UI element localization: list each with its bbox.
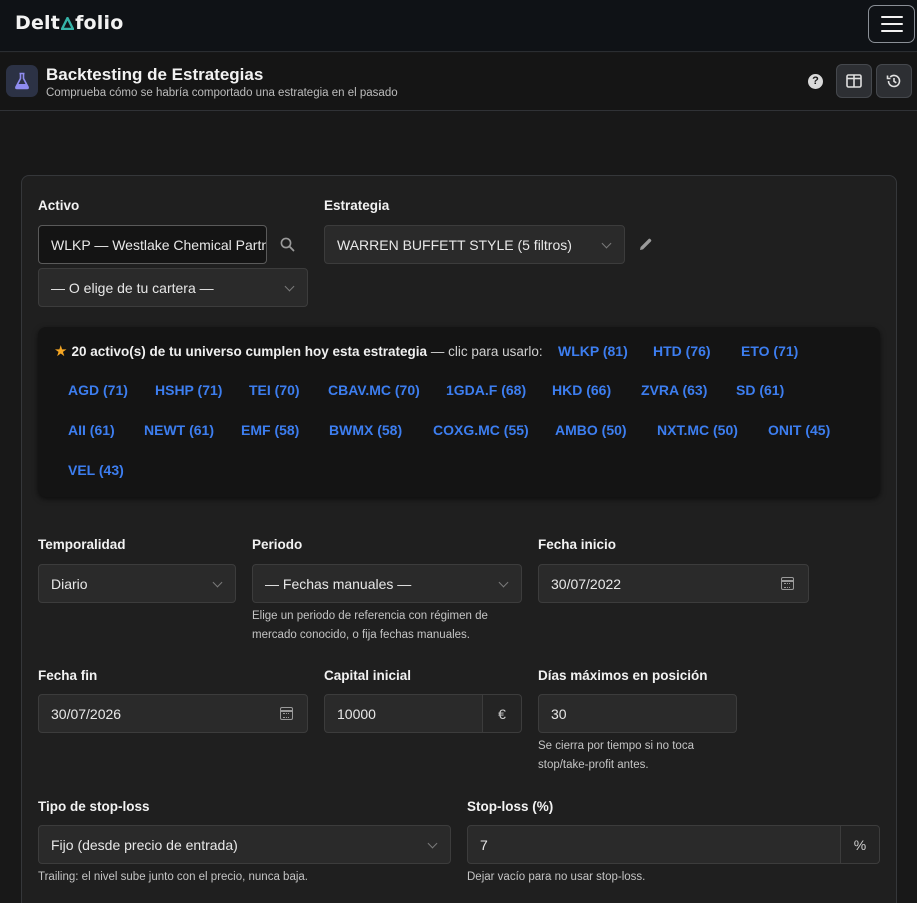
suggested-asset-link[interactable]: AII (61) — [68, 422, 115, 438]
suggestions-count-text: 20 activo(s) de tu universo cumplen hoy … — [71, 344, 428, 359]
periodo-select-value: — Fechas manuales — — [265, 575, 412, 592]
layout-toggle-button[interactable] — [836, 64, 872, 98]
flask-icon — [6, 65, 38, 97]
chevron-down-icon — [498, 577, 509, 588]
chevron-down-icon — [601, 238, 612, 249]
estrategia-label: Estrategia — [324, 198, 390, 213]
suggestions-cta-text: — clic para usarlo: — [430, 344, 543, 359]
activo-search-input[interactable]: WLKP — Westlake Chemical Partn — [38, 225, 267, 264]
hamburger-icon — [881, 16, 903, 18]
stop-tipo-label: Tipo de stop-loss — [38, 799, 150, 814]
delta-logo-icon — [60, 16, 75, 31]
hamburger-icon-line — [881, 23, 903, 25]
fecha-inicio-value: 30/07/2022 — [551, 575, 622, 592]
currency-addon: € — [482, 694, 522, 733]
fecha-inicio-label: Fecha inicio — [538, 537, 617, 552]
chevron-down-icon — [284, 281, 295, 292]
calendar-icon[interactable] — [280, 707, 293, 720]
periodo-select[interactable]: — Fechas manuales — — [252, 564, 522, 603]
menu-toggle-button[interactable] — [868, 5, 915, 43]
suggestions-header: ★ 20 activo(s) de tu universo cumplen hoy… — [54, 342, 543, 360]
suggested-asset-link[interactable]: SD (61) — [736, 382, 784, 398]
hamburger-icon-line — [881, 30, 903, 32]
stop-pct-label: Stop-loss (%) — [467, 799, 554, 814]
fecha-inicio-input[interactable]: 30/07/2022 — [538, 564, 809, 603]
page-header: Backtesting de Estrategias Comprueba cóm… — [0, 53, 917, 111]
fecha-fin-value: 30/07/2026 — [51, 705, 122, 722]
dias-max-input[interactable]: 30 — [538, 694, 737, 733]
history-icon — [886, 74, 901, 88]
activo-input-value: WLKP — Westlake Chemical Partn — [51, 236, 267, 253]
stop-tipo-select-value: Fijo (desde precio de entrada) — [51, 836, 238, 853]
suggested-asset-link[interactable]: ZVRA (63) — [641, 382, 707, 398]
temporalidad-label: Temporalidad — [38, 537, 126, 552]
estrategia-select[interactable]: WARREN BUFFETT STYLE (5 filtros) — [324, 225, 625, 264]
percent-addon: % — [840, 825, 880, 864]
star-icon: ★ — [54, 343, 68, 360]
top-navbar: Delt folio — [0, 0, 917, 52]
activo-label: Activo — [38, 198, 80, 213]
brand-text-right: folio — [75, 12, 124, 34]
suggested-asset-link[interactable]: NEWT (61) — [144, 422, 214, 438]
periodo-label: Periodo — [252, 537, 303, 552]
suggested-asset-link[interactable]: AGD (71) — [68, 382, 128, 398]
history-button[interactable] — [876, 64, 912, 98]
suggested-asset-link[interactable]: VEL (43) — [68, 462, 124, 478]
capital-label: Capital inicial — [324, 668, 412, 683]
suggested-asset-link[interactable]: ETO (71) — [741, 343, 798, 359]
suggested-asset-link[interactable]: HSHP (71) — [155, 382, 222, 398]
fecha-fin-label: Fecha fin — [38, 668, 98, 683]
suggested-asset-link[interactable]: COXG.MC (55) — [433, 422, 529, 438]
columns-icon — [846, 74, 862, 88]
suggested-asset-link[interactable]: HKD (66) — [552, 382, 611, 398]
help-icon[interactable]: ? — [808, 74, 823, 89]
capital-input[interactable]: 10000 — [324, 694, 483, 733]
temporalidad-select[interactable]: Diario — [38, 564, 236, 603]
stop-pct-value: 7 — [480, 836, 488, 853]
suggested-asset-link[interactable]: NXT.MC (50) — [657, 422, 738, 438]
periodo-hint: Elige un periodo de referencia con régim… — [252, 610, 488, 641]
suggested-asset-link[interactable]: TEI (70) — [249, 382, 300, 398]
pencil-icon[interactable] — [638, 237, 653, 255]
calendar-icon[interactable] — [781, 577, 794, 590]
suggested-asset-link[interactable]: AMBO (50) — [555, 422, 627, 438]
portfolio-select-value: — O elige de tu cartera — — [51, 279, 214, 296]
portfolio-select[interactable]: — O elige de tu cartera — — [38, 268, 308, 307]
fecha-fin-input[interactable]: 30/07/2026 — [38, 694, 308, 733]
page-subtitle: Comprueba cómo se habría comportado una … — [46, 87, 398, 99]
chevron-down-icon — [427, 838, 438, 849]
chevron-down-icon — [212, 577, 223, 588]
stop-pct-hint: Dejar vacío para no usar stop-loss. — [467, 871, 646, 883]
brand-text-left: Delt — [15, 12, 61, 34]
stop-pct-input[interactable]: 7 — [467, 825, 841, 864]
dias-max-label: Días máximos en posición — [538, 668, 708, 683]
brand-logo[interactable]: Delt folio — [15, 12, 123, 34]
dias-max-value: 30 — [551, 705, 567, 722]
suggested-asset-link[interactable]: 1GDA.F (68) — [446, 382, 526, 398]
suggested-asset-link[interactable]: BWMX (58) — [329, 422, 402, 438]
estrategia-select-value: WARREN BUFFETT STYLE (5 filtros) — [337, 236, 572, 253]
search-icon[interactable] — [280, 237, 295, 255]
stop-tipo-select[interactable]: Fijo (desde precio de entrada) — [38, 825, 451, 864]
capital-value: 10000 — [337, 705, 376, 722]
suggested-asset-link[interactable]: EMF (58) — [241, 422, 299, 438]
page-title: Backtesting de Estrategias — [46, 65, 264, 84]
dias-max-hint: Se cierra por tiempo si no toca stop/tak… — [538, 740, 694, 771]
suggested-asset-link[interactable]: HTD (76) — [653, 343, 711, 359]
suggested-asset-link[interactable]: CBAV.MC (70) — [328, 382, 420, 398]
suggested-asset-link[interactable]: WLKP (81) — [558, 343, 628, 359]
temporalidad-select-value: Diario — [51, 575, 88, 592]
suggested-assets-panel: ★ 20 activo(s) de tu universo cumplen hoy… — [38, 327, 880, 497]
stop-tipo-hint: Trailing: el nivel sube junto con el pre… — [38, 871, 308, 883]
suggested-asset-link[interactable]: ONIT (45) — [768, 422, 830, 438]
